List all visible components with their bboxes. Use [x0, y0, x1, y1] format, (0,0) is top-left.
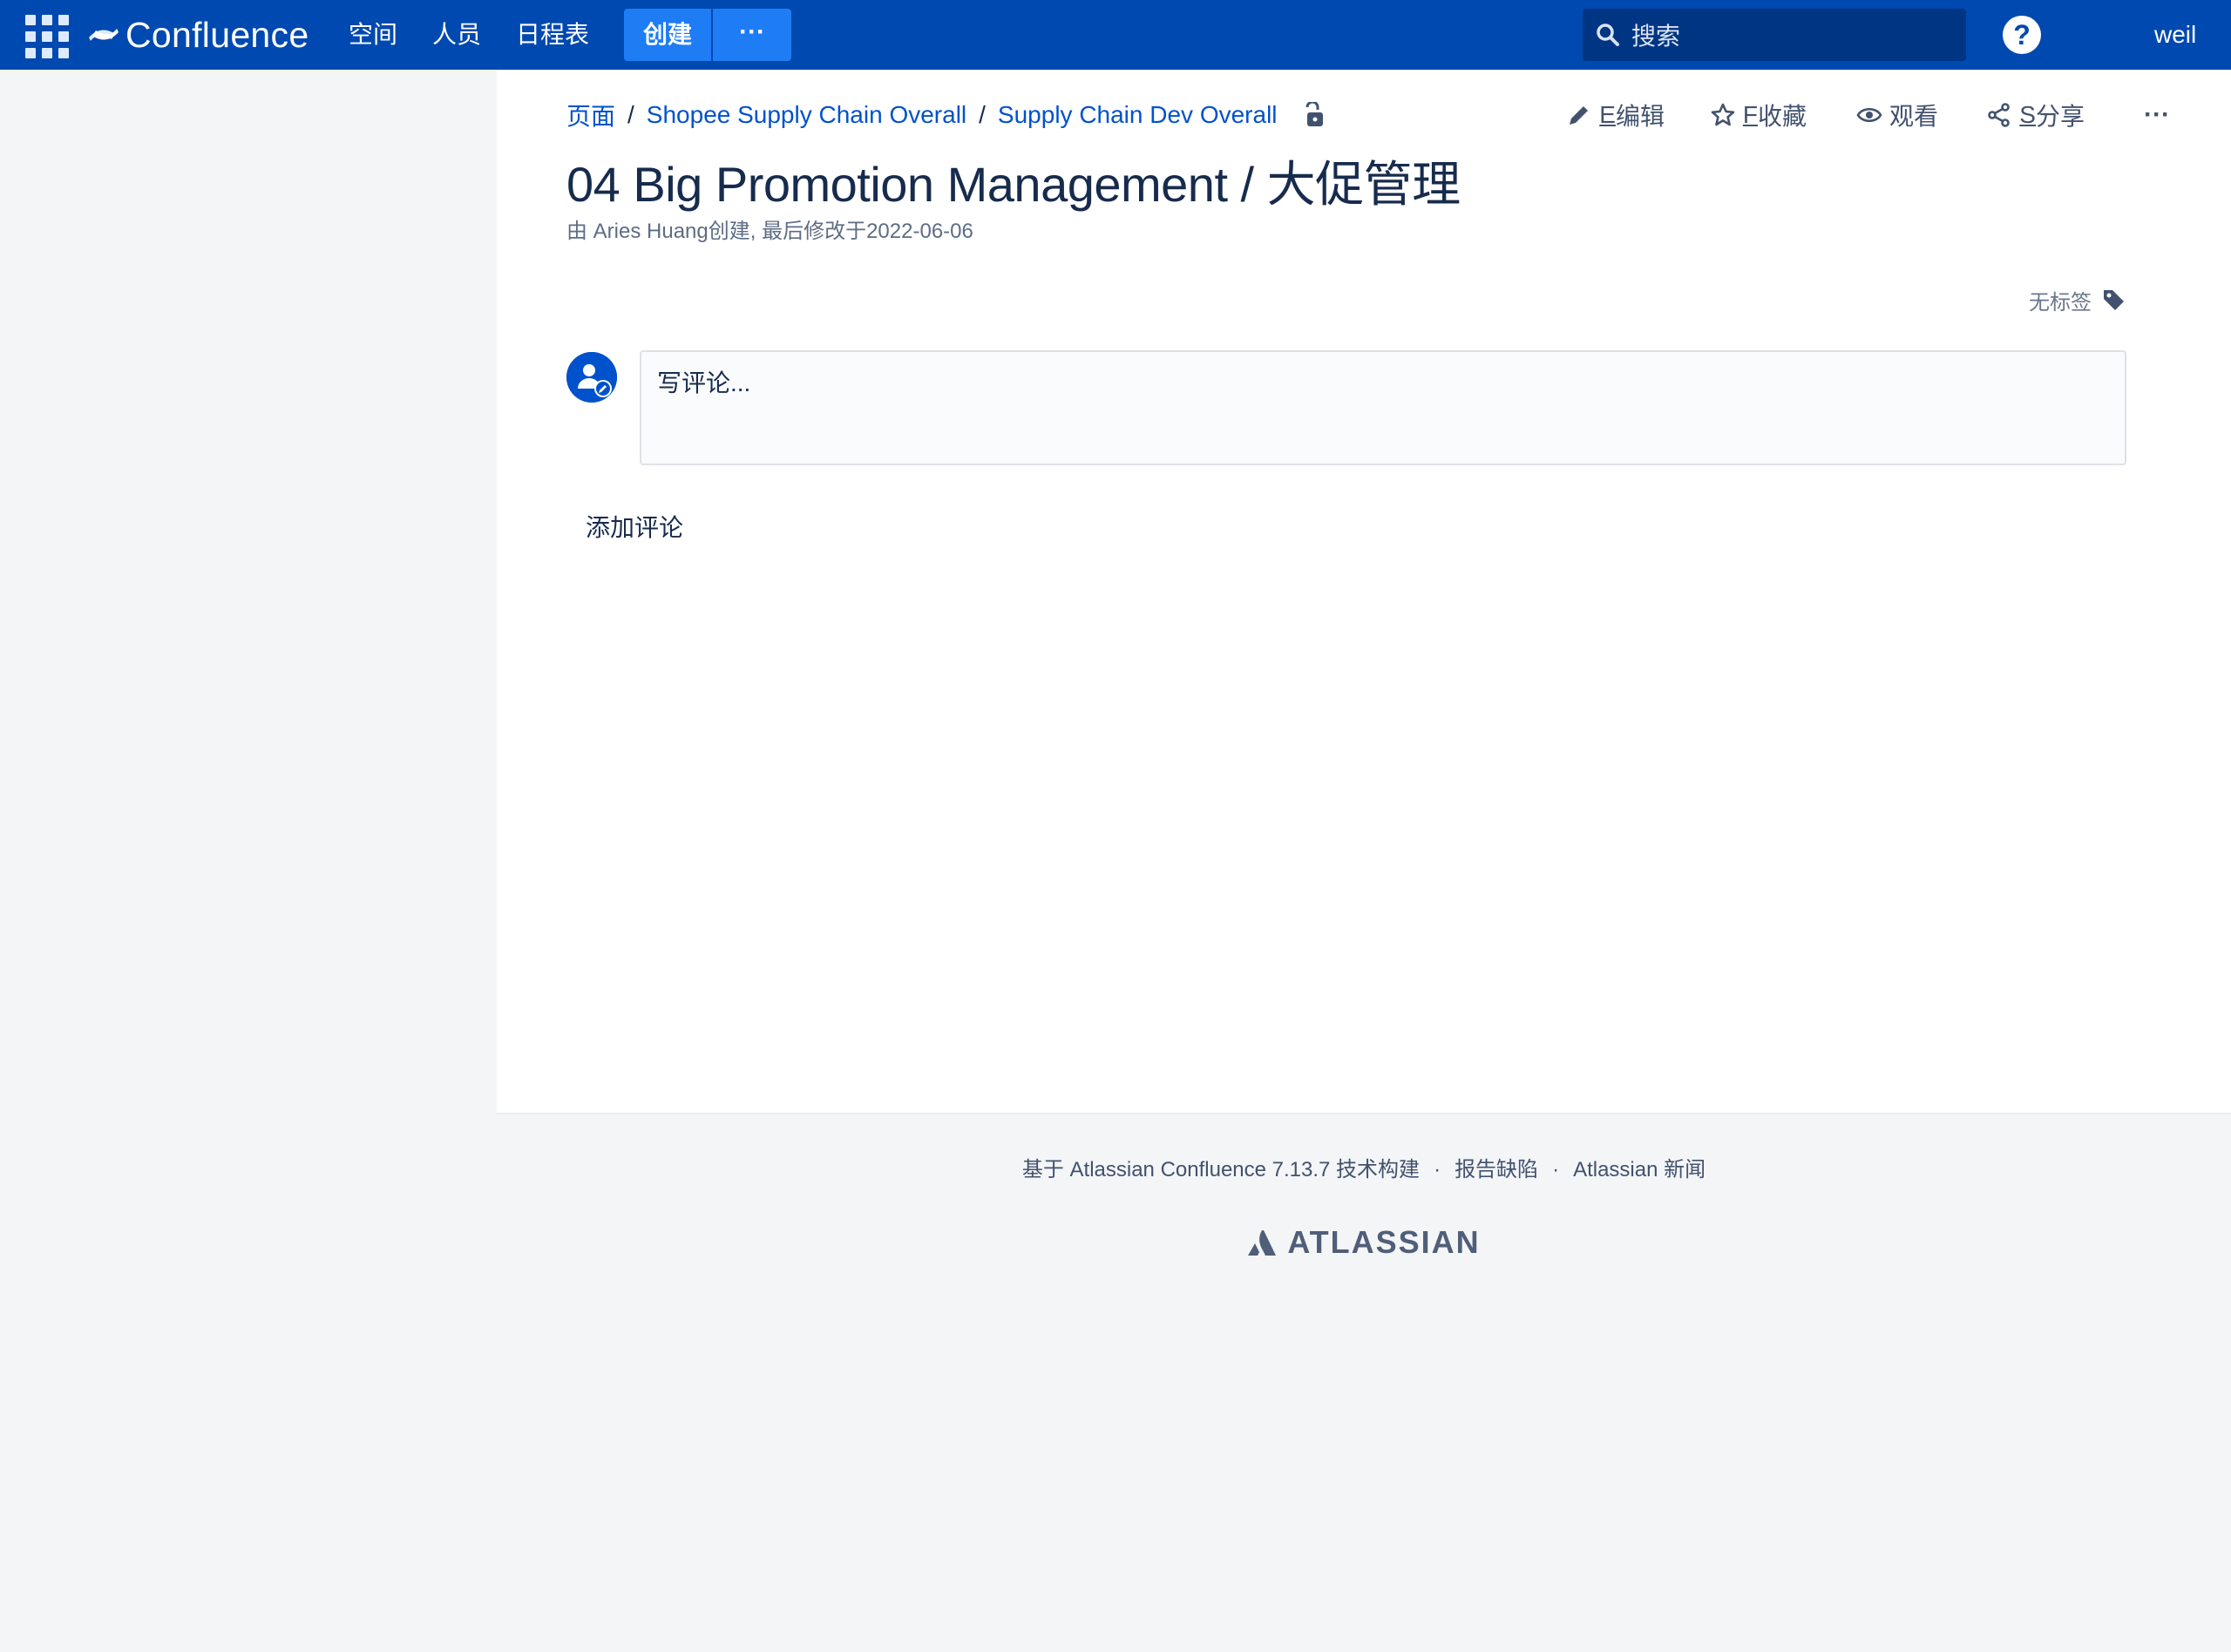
avatar-icon [566, 352, 617, 403]
favorite-label: 收藏 [1757, 103, 1807, 130]
comment-input[interactable]: 写评论... [640, 350, 2126, 465]
lock-icon[interactable] [1302, 102, 1326, 128]
eye-icon [1856, 107, 1882, 123]
breadcrumb-separator: / [979, 101, 986, 128]
breadcrumb-pages[interactable]: 页面 [566, 98, 615, 132]
edit-shortcut-key: E [1599, 101, 1616, 128]
footer-dot: · [1434, 1158, 1441, 1181]
atlassian-news-link[interactable]: Atlassian 新闻 [1573, 1152, 1705, 1182]
meta-prefix: 由 [566, 220, 593, 243]
no-labels-text: 无标签 [2029, 290, 2092, 315]
avatar [566, 352, 617, 403]
share-button[interactable]: S 分享 [1986, 98, 2085, 132]
report-bug-link[interactable]: 报告缺陷 [1455, 1152, 1538, 1182]
footer-links: 基于 Atlassian Confluence 7.13.7 技术构建 · 报告缺陷… [497, 1152, 2231, 1182]
app-switcher-icon[interactable] [23, 12, 69, 58]
more-actions-button[interactable]: ··· [2144, 98, 2170, 132]
favorite-shortcut-key: F [1742, 101, 1758, 128]
footer-dot: · [1552, 1158, 1560, 1181]
breadcrumb: 页面 / Shopee Supply Chain Overall / Suppl… [566, 98, 1326, 132]
favorite-button[interactable]: F 收藏 [1710, 98, 1807, 132]
nav-calendars[interactable]: 日程表 [516, 17, 589, 52]
search-icon [1597, 24, 1619, 46]
breadcrumb-separator: / [627, 101, 634, 128]
watch-button[interactable]: 观看 [1856, 98, 1938, 132]
create-more-button[interactable]: ··· [713, 9, 791, 61]
powered-by-link[interactable]: 基于 Atlassian Confluence 7.13.7 技术构建 [1022, 1152, 1420, 1182]
add-comment-link[interactable]: 添加评论 [586, 511, 683, 545]
atlassian-logo-icon [1248, 1230, 1277, 1256]
help-icon[interactable]: ? [2003, 16, 2041, 54]
confluence-logo-icon [89, 29, 119, 41]
user-menu[interactable]: weil [2154, 17, 2231, 52]
breadcrumb-supply-chain-overall[interactable]: Shopee Supply Chain Overall [647, 101, 966, 129]
labels-section: 无标签 [2029, 284, 2126, 315]
tag-icon[interactable] [2100, 287, 2126, 313]
footer-divider [497, 1113, 2231, 1114]
star-icon [1711, 103, 1735, 126]
nav-people[interactable]: 人员 [432, 17, 481, 52]
meta-suffix: 创建, 最后修改于2022-06-06 [708, 220, 973, 243]
share-icon [1988, 103, 2011, 127]
page-metadata: 由 Aries Huang创建, 最后修改于2022-06-06 [566, 218, 973, 246]
atlassian-brand: ATLASSIAN [1287, 1224, 1481, 1260]
pencil-icon [1570, 106, 1589, 125]
edit-button[interactable]: E 编辑 [1566, 98, 1665, 132]
search-placeholder: 搜索 [1631, 23, 1681, 50]
nav-spaces[interactable]: 空间 [349, 17, 397, 52]
author-link[interactable]: Aries Huang [593, 220, 709, 243]
search-input[interactable]: 搜索 [1583, 9, 1966, 61]
atlassian-logo[interactable]: ATLASSIAN [497, 1224, 2231, 1261]
page-title: 04 Big Promotion Management / 大促管理 [566, 157, 1461, 212]
confluence-logo[interactable]: Confluence [89, 14, 309, 56]
share-label: 分享 [2035, 103, 2085, 130]
breadcrumb-supply-chain-dev-overall[interactable]: Supply Chain Dev Overall [998, 101, 1278, 129]
top-navigation-bar: Confluence 空间 人员 日程表 创建 ··· 搜索 ? weil [0, 0, 2231, 70]
edit-label: 编辑 [1615, 103, 1665, 130]
create-button[interactable]: 创建 [624, 9, 711, 61]
app-name: Confluence [125, 15, 309, 55]
watch-label: 观看 [1889, 103, 1938, 130]
share-shortcut-key: S [2019, 101, 2036, 128]
page-content: 页面 / Shopee Supply Chain Overall / Suppl… [497, 70, 2231, 1113]
